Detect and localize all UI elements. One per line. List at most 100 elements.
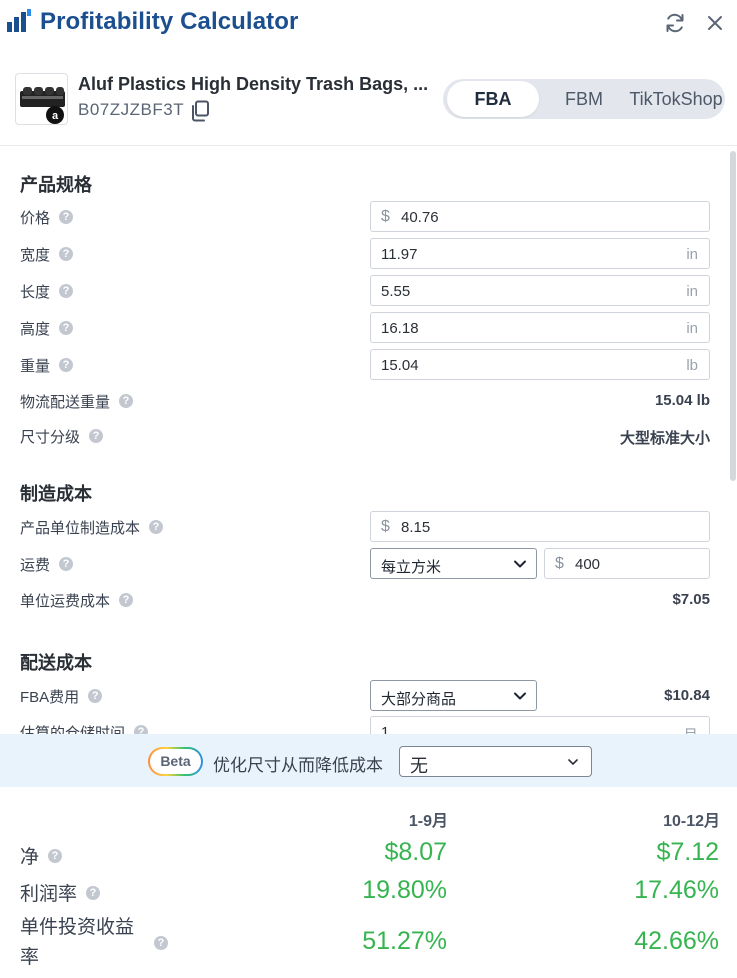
- help-circle-icon[interactable]: ?: [149, 520, 164, 534]
- refresh-icon[interactable]: [663, 11, 687, 35]
- tab-fba[interactable]: FBA: [447, 81, 539, 117]
- fba-category-value: 大部分商品: [381, 691, 457, 708]
- width-unit: in: [686, 246, 698, 263]
- freight-cost-value: 400: [575, 556, 601, 573]
- weight-unit: lb: [686, 357, 698, 374]
- help-circle-icon[interactable]: ?: [59, 247, 74, 261]
- svg-text:a: a: [52, 110, 59, 122]
- size-tier-label-text: 尺寸分级: [20, 428, 81, 446]
- help-circle-icon[interactable]: ?: [154, 936, 168, 950]
- storage-time-label: 估算的仓储时间?: [20, 721, 149, 735]
- column-header-jan-sep: 1-9月: [408, 813, 448, 830]
- optimize-select[interactable]: 无: [399, 746, 592, 777]
- tab-tiktokshop[interactable]: TikTokShop: [627, 81, 725, 117]
- optimize-selected-value: 无: [410, 756, 428, 776]
- scrollbar[interactable]: [730, 151, 736, 481]
- chevron-down-icon: [514, 560, 526, 568]
- tab-fbm[interactable]: FBM: [542, 81, 626, 117]
- storage-time-input[interactable]: 1 月: [370, 716, 710, 734]
- weight-label-text: 重量: [20, 357, 51, 375]
- help-circle-icon[interactable]: ?: [48, 848, 63, 863]
- storage-time-value: 1: [381, 724, 390, 734]
- help-circle-icon[interactable]: ?: [134, 725, 149, 734]
- roi-oct-dec: 42.66%: [634, 927, 719, 955]
- unit-cost-value: 8.15: [401, 519, 431, 536]
- product-thumbnail: a: [15, 73, 68, 125]
- freight-label-text: 运费: [20, 556, 51, 574]
- copy-icon[interactable]: [190, 100, 210, 122]
- product-summary: a Aluf Plastics High Density Trash Bags,…: [0, 58, 737, 146]
- unit-freight-value: $7.05: [672, 591, 710, 608]
- net-profit-jan-sep: $8.07: [384, 838, 447, 866]
- help-circle-icon[interactable]: ?: [89, 429, 104, 443]
- section-title-manufacturing: 制造成本: [20, 484, 92, 504]
- price-value: 40.76: [401, 209, 439, 226]
- fba-fee-label-text: FBA费用: [20, 688, 80, 706]
- net-profit-label: 净?: [20, 842, 63, 869]
- width-value: 11.97: [381, 246, 418, 263]
- height-label-text: 高度: [20, 320, 51, 338]
- net-profit-label-text: 净: [20, 847, 40, 868]
- unit-freight-label: 单位运费成本?: [20, 589, 134, 611]
- weight-value: 15.04: [381, 357, 419, 374]
- shipping-weight-label: 物流配送重量?: [20, 390, 134, 412]
- beta-badge: Beta: [148, 747, 203, 776]
- section-title-specs: 产品规格: [20, 175, 92, 195]
- app-title: Profitability Calculator: [40, 8, 299, 35]
- freight-method-select[interactable]: 每立方米: [370, 548, 537, 579]
- chevron-down-icon: [568, 759, 578, 765]
- freight-cost-input[interactable]: $ 400: [544, 548, 710, 579]
- fulfillment-toggle: FBA FBM TikTokShop: [443, 79, 725, 119]
- help-circle-icon[interactable]: ?: [59, 210, 74, 224]
- height-value: 16.18: [381, 320, 419, 337]
- help-circle-icon[interactable]: ?: [59, 557, 74, 571]
- help-circle-icon[interactable]: ?: [86, 885, 101, 900]
- length-input[interactable]: 5.55 in: [370, 275, 710, 306]
- help-circle-icon[interactable]: ?: [119, 593, 134, 607]
- storage-time-label-text: 估算的仓储时间: [20, 724, 126, 735]
- currency-symbol: $: [555, 555, 564, 572]
- shipping-weight-label-text: 物流配送重量: [20, 393, 111, 411]
- help-circle-icon[interactable]: ?: [59, 358, 74, 372]
- currency-symbol: $: [381, 518, 390, 535]
- length-label-text: 长度: [20, 283, 51, 301]
- margin-jan-sep: 19.80%: [362, 876, 447, 904]
- shipping-weight-value: 15.04 lb: [654, 392, 710, 409]
- length-unit: in: [686, 283, 698, 300]
- calculator-form[interactable]: 产品规格 价格? $ 40.76 宽度? 11.97 in 长度? 5.55 i…: [0, 147, 737, 734]
- fba-fee-label: FBA费用?: [20, 685, 103, 707]
- profit-results: 1-9月 10-12月 净? $8.07 $7.12 利润率? 19.80% 1…: [0, 787, 737, 978]
- product-asin: B07ZJZBF3T: [78, 100, 185, 119]
- fba-category-select[interactable]: 大部分商品: [370, 680, 537, 711]
- fba-fee-value: $10.84: [664, 687, 710, 704]
- product-image-icon: a: [20, 87, 65, 124]
- calculator-header: Profitability Calculator: [0, 0, 737, 46]
- chevron-down-icon: [514, 692, 526, 700]
- height-input[interactable]: 16.18 in: [370, 312, 710, 343]
- product-name[interactable]: Aluf Plastics High Density Trash Bags, .…: [78, 74, 428, 95]
- weight-input[interactable]: 15.04 lb: [370, 349, 710, 380]
- price-input[interactable]: $ 40.76: [370, 201, 710, 232]
- optimize-label: 优化尺寸从而降低成本: [213, 756, 383, 775]
- unit-freight-label-text: 单位运费成本: [20, 592, 111, 610]
- roi-label-text: 单件投资收益率: [20, 917, 135, 968]
- length-label: 长度?: [20, 280, 74, 302]
- close-icon[interactable]: [703, 11, 727, 35]
- price-label-text: 价格: [20, 209, 51, 227]
- margin-label: 利润率?: [20, 879, 101, 906]
- help-circle-icon[interactable]: ?: [59, 321, 74, 335]
- width-input[interactable]: 11.97 in: [370, 238, 710, 269]
- roi-label: 单件投资收益率?: [20, 913, 170, 973]
- help-circle-icon[interactable]: ?: [88, 689, 103, 703]
- net-profit-oct-dec: $7.12: [656, 838, 719, 866]
- width-label: 宽度?: [20, 243, 74, 265]
- help-circle-icon[interactable]: ?: [119, 394, 134, 408]
- column-header-oct-dec: 10-12月: [663, 813, 720, 830]
- size-tier-label: 尺寸分级?: [20, 425, 104, 447]
- freight-label: 运费?: [20, 553, 74, 575]
- margin-label-text: 利润率: [20, 884, 78, 905]
- unit-cost-input[interactable]: $ 8.15: [370, 511, 710, 542]
- help-circle-icon[interactable]: ?: [59, 284, 74, 298]
- unit-cost-label: 产品单位制造成本?: [20, 516, 164, 538]
- unit-cost-label-text: 产品单位制造成本: [20, 519, 141, 537]
